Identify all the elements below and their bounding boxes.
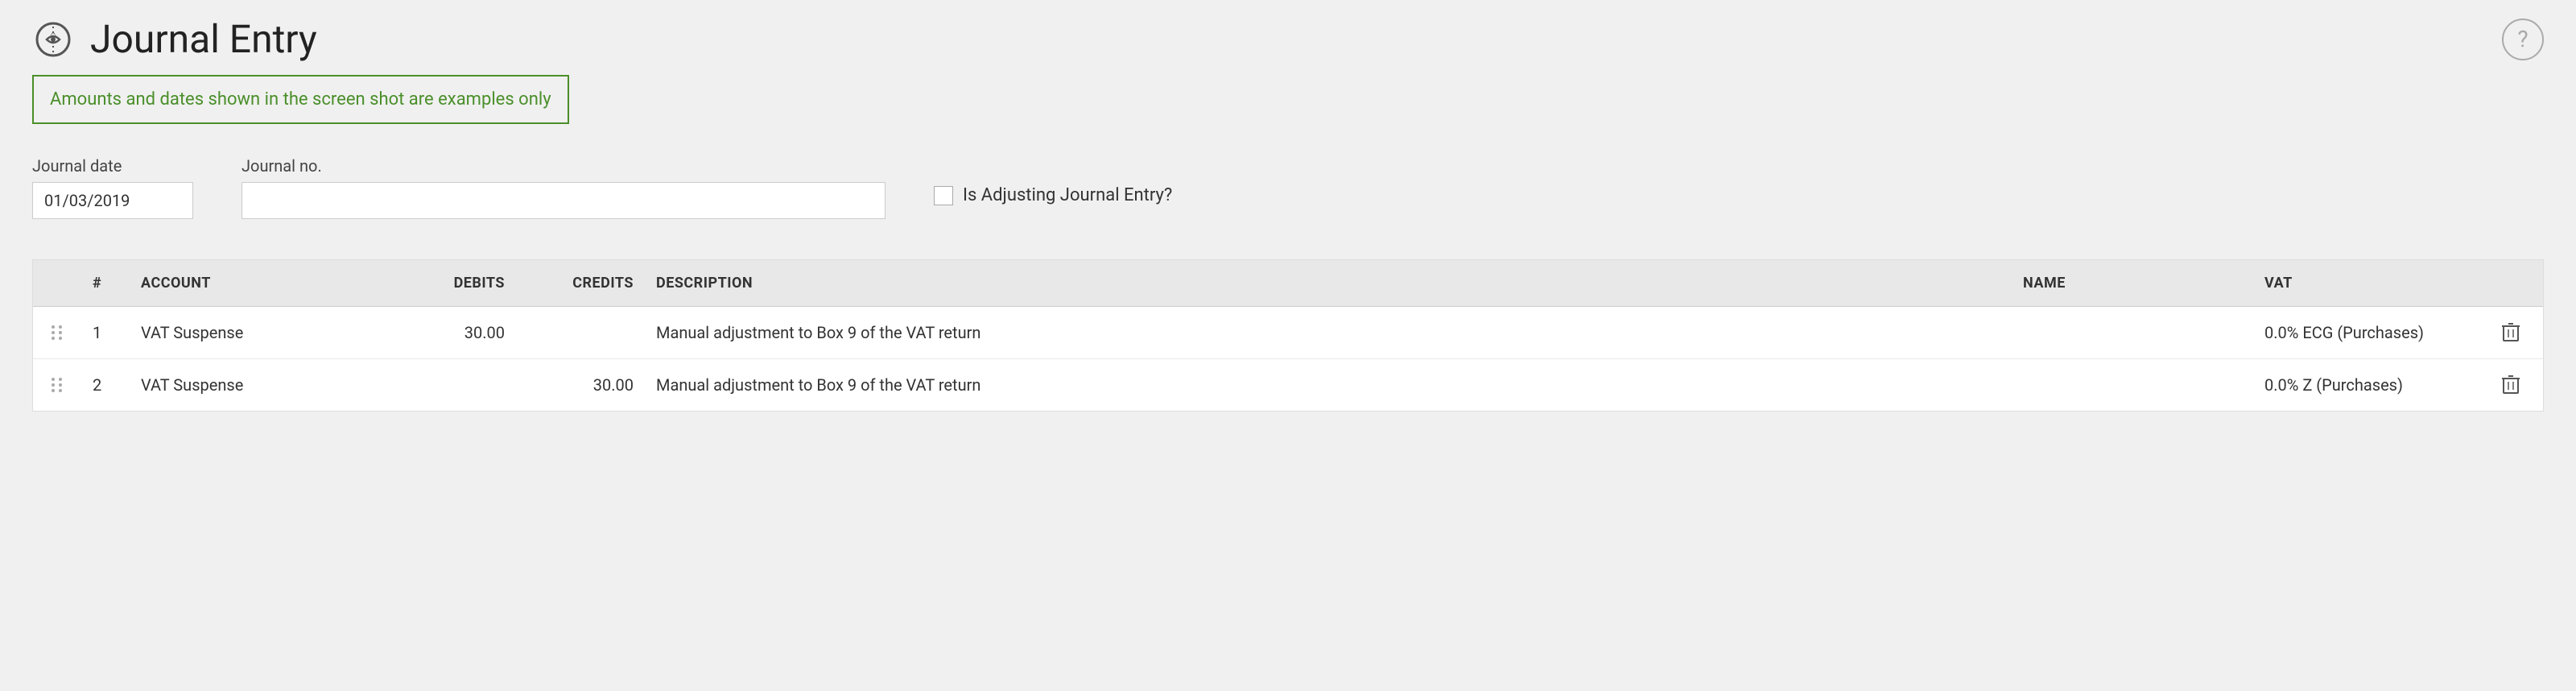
th-drag bbox=[33, 260, 81, 306]
th-debits: DEBITS bbox=[371, 260, 516, 306]
row-2-description: Manual adjustment to Box 9 of the VAT re… bbox=[645, 361, 2012, 409]
row-1-num: 1 bbox=[81, 308, 130, 357]
page-container: Journal Entry ? Amounts and dates shown … bbox=[0, 0, 2576, 691]
header-left: Journal Entry bbox=[32, 16, 317, 62]
row-1-credits bbox=[516, 318, 645, 347]
adjusting-checkbox-group: Is Adjusting Journal Entry? bbox=[934, 185, 1172, 205]
journal-no-input[interactable] bbox=[242, 182, 886, 219]
row-2-account: VAT Suspense bbox=[130, 361, 371, 409]
notice-box: Amounts and dates shown in the screen sh… bbox=[32, 75, 569, 124]
row-2-credits: 30.00 bbox=[516, 361, 645, 409]
th-vat: VAT bbox=[2253, 260, 2479, 306]
is-adjusting-label: Is Adjusting Journal Entry? bbox=[963, 185, 1172, 205]
th-credits: CREDITS bbox=[516, 260, 645, 306]
row-2-delete-button[interactable] bbox=[2479, 359, 2543, 411]
header-row: Journal Entry ? bbox=[32, 16, 2544, 62]
is-adjusting-checkbox[interactable] bbox=[934, 186, 953, 205]
row-1-account: VAT Suspense bbox=[130, 308, 371, 357]
th-name: NAME bbox=[2012, 260, 2253, 306]
drag-handle-1[interactable] bbox=[33, 311, 81, 354]
row-2-name bbox=[2012, 370, 2253, 399]
row-1-name bbox=[2012, 318, 2253, 347]
journal-no-group: Journal no. bbox=[242, 156, 886, 219]
th-description: DESCRIPTION bbox=[645, 260, 2012, 306]
table-header: # ACCOUNT DEBITS CREDITS DESCRIPTION NAM… bbox=[33, 260, 2543, 307]
table-row: 1 VAT Suspense 30.00 Manual adjustment t… bbox=[33, 307, 2543, 359]
th-num: # bbox=[81, 260, 130, 306]
form-section: Journal date Journal no. Is Adjusting Jo… bbox=[32, 156, 2544, 219]
help-button[interactable]: ? bbox=[2502, 19, 2544, 60]
row-1-delete-button[interactable] bbox=[2479, 307, 2543, 358]
row-2-num: 2 bbox=[81, 361, 130, 409]
notice-text: Amounts and dates shown in the screen sh… bbox=[50, 89, 551, 110]
row-1-description: Manual adjustment to Box 9 of the VAT re… bbox=[645, 308, 2012, 357]
journal-no-label: Journal no. bbox=[242, 156, 886, 176]
row-2-vat: 0.0% Z (Purchases) bbox=[2253, 361, 2479, 409]
journal-entry-icon bbox=[32, 19, 74, 60]
table-row: 2 VAT Suspense 30.00 Manual adjustment t… bbox=[33, 359, 2543, 411]
journal-date-group: Journal date bbox=[32, 156, 193, 219]
drag-handle-2[interactable] bbox=[33, 363, 81, 407]
page-title: Journal Entry bbox=[90, 16, 317, 62]
journal-table: # ACCOUNT DEBITS CREDITS DESCRIPTION NAM… bbox=[32, 259, 2544, 412]
row-1-debits: 30.00 bbox=[371, 308, 516, 357]
th-account: ACCOUNT bbox=[130, 260, 371, 306]
row-2-debits bbox=[371, 370, 516, 399]
th-action bbox=[2479, 260, 2543, 306]
row-1-vat: 0.0% ECG (Purchases) bbox=[2253, 308, 2479, 357]
journal-date-input[interactable] bbox=[32, 182, 193, 219]
journal-date-label: Journal date bbox=[32, 156, 193, 176]
